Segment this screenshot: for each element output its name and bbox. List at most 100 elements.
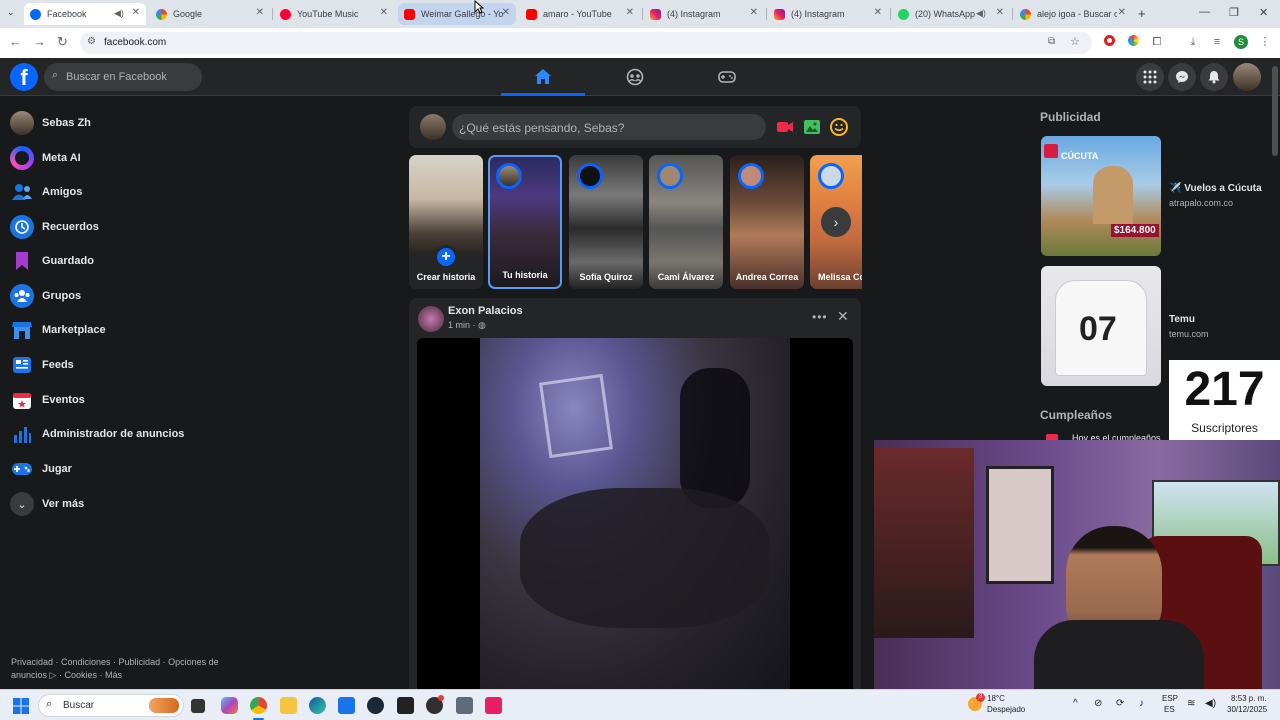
address-bar[interactable]: ⚙ facebook.com ⧉ ☆ [80,32,1092,54]
downloads-icon[interactable]: ⤓ [1186,35,1200,49]
site-info-icon[interactable]: ⚙ [87,36,96,47]
friends-nav-icon[interactable] [625,67,645,87]
close-tab-icon[interactable]: ✕ [996,7,1004,18]
weather-description[interactable]: Despejado [987,705,1025,714]
composer-avatar[interactable] [420,114,446,140]
ad-image-temu[interactable]: 07 [1041,266,1161,386]
sidebar-item-friends[interactable]: Amigos [10,177,82,207]
task-view-icon[interactable] [191,699,205,713]
post-options-button[interactable]: ••• [812,310,828,324]
clock-date[interactable]: 30/12/2025 [1227,705,1267,714]
microphone-icon[interactable]: ♪ [1139,698,1144,709]
ad-title[interactable]: ✈️ Vuelos a Cúcuta [1169,183,1262,194]
terminal-icon[interactable] [397,697,414,714]
ad-title[interactable]: Temu [1169,314,1195,325]
bookmark-star-icon[interactable]: ☆ [1070,35,1080,48]
stories-next-button[interactable]: › [821,207,851,237]
clock-time[interactable]: 8:53 p. m. [1231,694,1267,703]
tab-whatsapp[interactable]: (20) WhatsApp ◀) ✕ [892,3,1010,25]
keyboard-layout[interactable]: ES [1164,705,1175,714]
tab-google[interactable]: Google ✕ [150,3,270,25]
chrome-taskbar-icon[interactable] [250,697,267,714]
feeling-emoji-icon[interactable] [830,118,848,136]
tiktok-icon[interactable] [485,697,502,714]
close-window-button[interactable]: ✕ [1259,6,1268,19]
minimize-window-button[interactable]: — [1199,6,1210,18]
story-cami-alvarez[interactable]: Cami Álvarez [649,155,723,289]
footer-links[interactable]: Privacidad · Condiciones · Publicidad · … [11,656,226,682]
composer-input[interactable]: ¿Qué estás pensando, Sebas? [452,114,766,140]
sidebar-item-marketplace[interactable]: Marketplace [10,315,106,345]
post-video[interactable] [417,338,853,690]
taskbar-search-input[interactable]: ⌕ Buscar [38,694,184,717]
tab-weimar-gallego[interactable]: Weimar Gallego - Yo ✕ [398,3,516,25]
post-author-avatar[interactable] [418,306,444,332]
sidebar-item-see-more[interactable]: ⌄ Ver más [10,489,84,519]
story-sofia-quiroz[interactable]: Sofía Quiroz [569,155,643,289]
page-scrollbar[interactable] [1272,66,1278,156]
steam-icon[interactable] [367,697,384,714]
account-avatar[interactable] [1233,63,1261,91]
opera-extension-icon[interactable] [1102,35,1116,49]
profile-avatar[interactable]: S [1234,35,1248,49]
show-hidden-icons-button[interactable]: ^ [1073,698,1078,709]
sidebar-item-ads-manager[interactable]: Administrador de anuncios [10,419,184,449]
weather-temperature[interactable]: 18°C [987,694,1005,703]
volume-icon[interactable]: ◀) [1205,698,1216,709]
reload-button[interactable]: ↻ [57,34,68,50]
copilot-icon[interactable] [221,697,238,714]
tab-google-search[interactable]: alejo igoa - Buscar co ✕ [1014,3,1132,25]
tab-amaro-youtube[interactable]: amaro - YouTube ✕ [520,3,640,25]
story-yours[interactable]: Tu historia [488,155,562,289]
tab-youtube-music[interactable]: YouTube Music ✕ [274,3,394,25]
close-tab-icon[interactable]: ✕ [750,7,758,18]
maximize-window-button[interactable]: ❐ [1229,6,1239,19]
sidebar-item-meta-ai[interactable]: Meta AI [10,143,81,173]
close-tab-icon[interactable]: ✕ [1118,7,1126,18]
tab-facebook[interactable]: Facebook ◀) ✕ [24,3,146,25]
notifications-button[interactable] [1200,63,1228,91]
sync-icon[interactable]: ⟳ [1116,698,1124,709]
messenger-button[interactable] [1168,63,1196,91]
wifi-icon[interactable]: ≋ [1187,698,1195,709]
gaming-nav-icon[interactable] [717,67,737,87]
close-tab-icon[interactable]: ✕ [626,7,634,18]
close-tab-icon[interactable]: ✕ [256,7,264,18]
speaker-icon[interactable]: ◀) [114,8,124,19]
sidebar-item-profile[interactable]: Sebas Zh [10,108,91,138]
story-andrea-correa[interactable]: Andrea Correa [730,155,804,289]
calculator-icon[interactable] [456,697,473,714]
windows-start-icon[interactable] [13,698,29,714]
tab-instagram-2[interactable]: (4) Instagram ✕ [768,3,888,25]
new-tab-button[interactable]: + [1138,6,1146,21]
speaker-icon[interactable]: ◀) [976,8,986,19]
close-tab-icon[interactable]: ✕ [874,7,882,18]
sidebar-item-groups[interactable]: Grupos [10,281,81,311]
live-video-icon[interactable] [776,120,794,134]
tab-search-button[interactable]: ⌄ [7,7,15,18]
install-app-icon[interactable]: ⧉ [1048,36,1055,47]
home-nav-icon[interactable] [533,67,553,87]
post-hide-button[interactable]: ✕ [837,308,849,325]
sidebar-item-events[interactable]: Eventos [10,385,85,415]
network-off-icon[interactable]: ⊘ [1094,698,1102,709]
post-author-name[interactable]: Exon Palacios [448,305,523,317]
sidebar-item-gaming[interactable]: Jugar [10,454,72,484]
close-tab-icon[interactable]: ✕ [132,7,140,18]
sidebar-item-memories[interactable]: Recuerdos [10,212,99,242]
store-icon[interactable] [338,697,355,714]
file-explorer-icon[interactable] [280,697,297,714]
language-code[interactable]: ESP [1162,694,1178,703]
sidebar-item-saved[interactable]: Guardado [10,246,94,276]
media-control-icon[interactable]: ≡ [1210,35,1224,49]
forward-button[interactable]: → [33,34,46,49]
tab-instagram[interactable]: (4) Instagram ✕ [644,3,764,25]
ad-image-cucuta[interactable]: CÚCUTA $164.800 [1041,136,1161,256]
extensions-puzzle-icon[interactable]: ⧠ [1150,35,1164,49]
menu-grid-button[interactable] [1136,63,1164,91]
facebook-logo-icon[interactable]: f [10,63,38,91]
post-timestamp[interactable]: 1 min · ◍ [448,320,486,331]
close-tab-icon[interactable]: ✕ [502,7,510,18]
photo-video-icon[interactable] [803,118,821,136]
back-button[interactable]: ← [9,34,22,49]
